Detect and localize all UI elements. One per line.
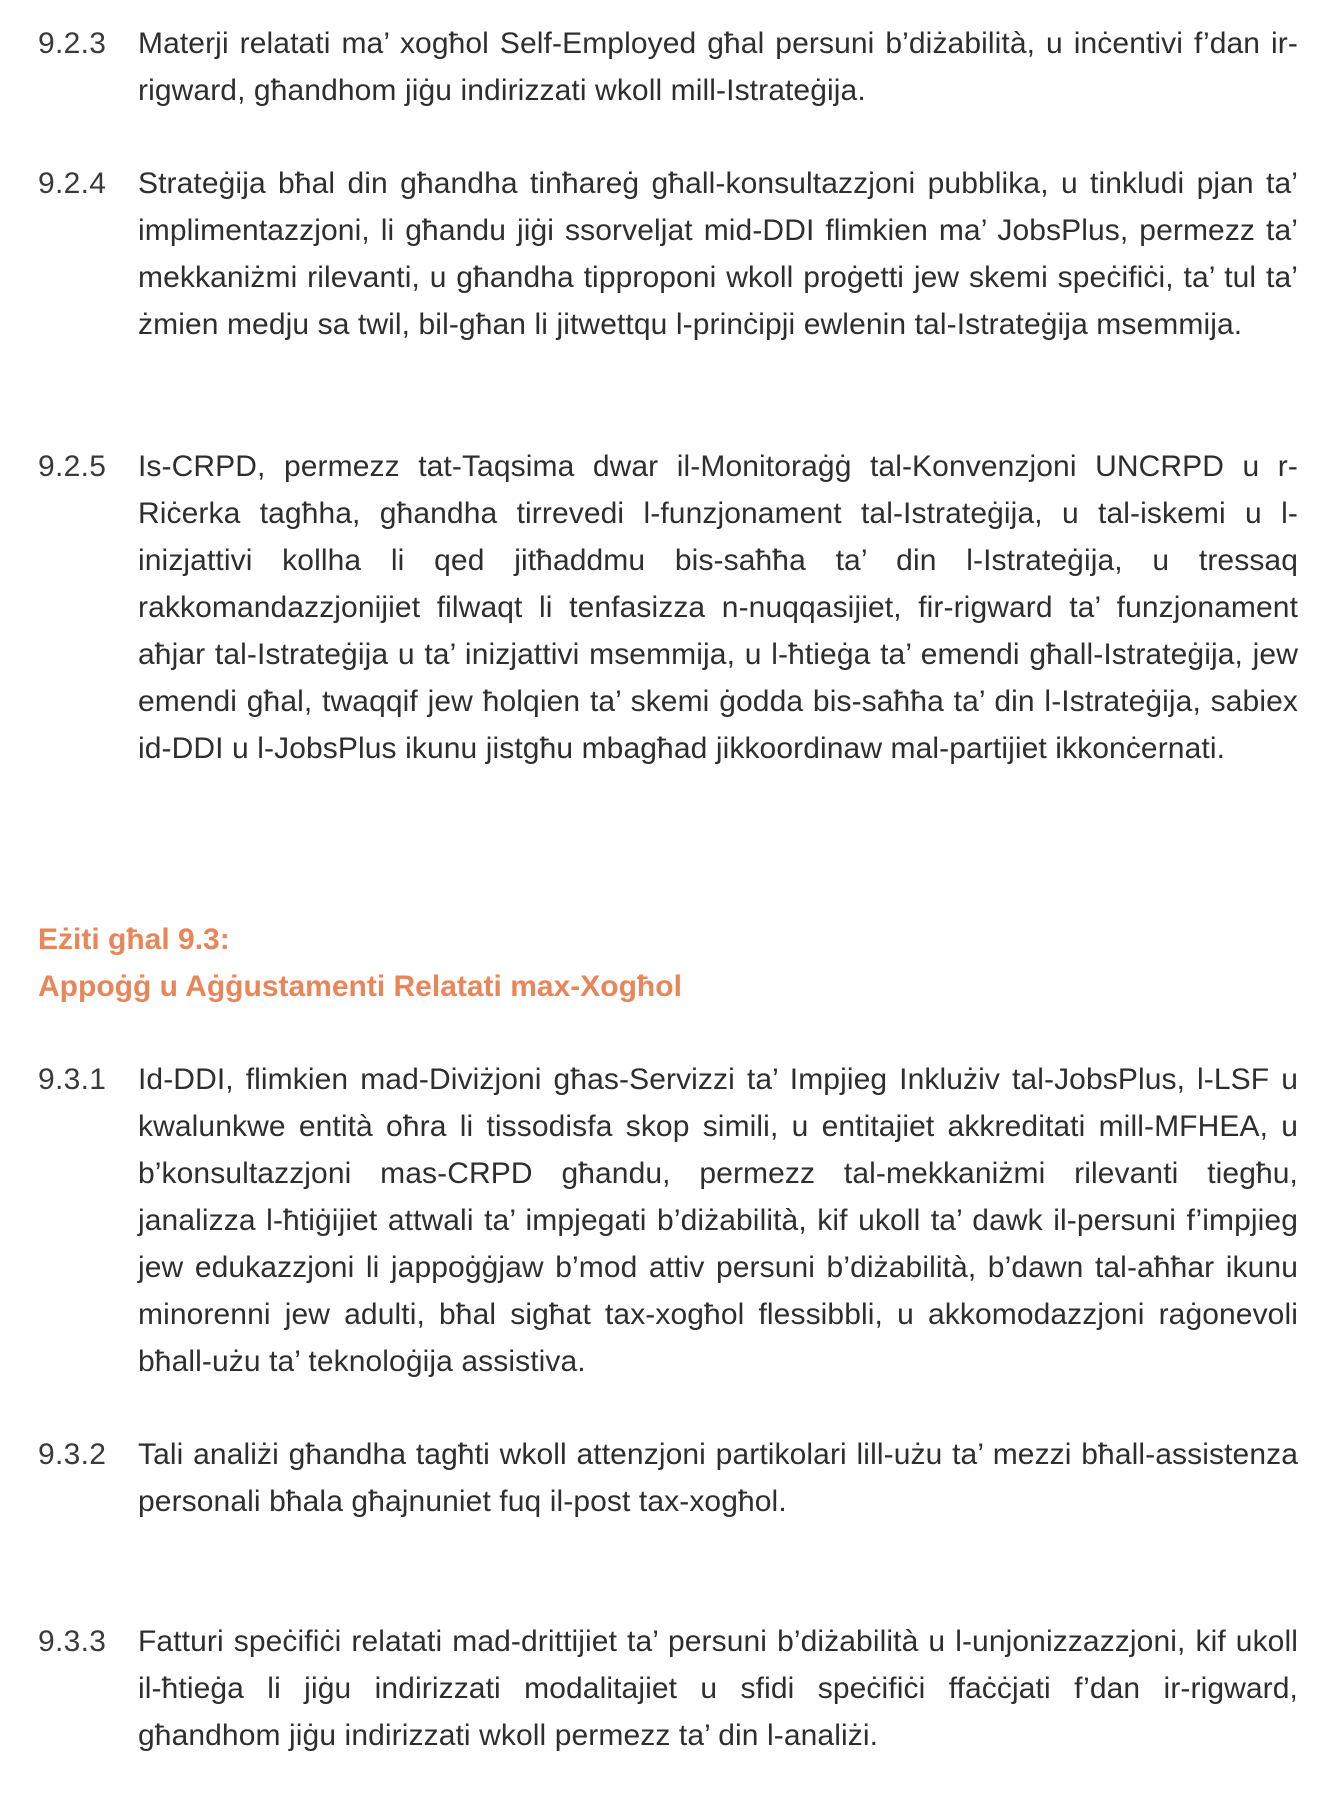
paragraph-text: Fatturi speċifiċi relatati mad-drittijie… [138,1625,1298,1752]
paragraph-9-3-3: 9.3.3 Fatturi speċifiċi relatati mad-dri… [38,1618,1298,1759]
paragraph-text: Strateġija bħal din għandha tinħareġ għa… [138,167,1298,341]
paragraph-9-2-4: 9.2.4 Strateġija bħal din għandha tinħar… [38,160,1298,348]
section-heading-line-2: Appoġġ u Aġġustamenti Relatati max-Xogħo… [38,970,682,1003]
paragraph-number: 9.2.4 [38,167,107,200]
paragraph-number: 9.3.1 [38,1063,107,1096]
section-heading-line-1: Eżiti għal 9.3: [38,923,230,956]
paragraph-9-2-3: 9.2.3 Materji relatati ma’ xogħol Self-E… [38,20,1298,114]
paragraph-number: 9.2.5 [38,450,107,483]
document-page: 9.2.3 Materji relatati ma’ xogħol Self-E… [0,0,1333,1798]
paragraph-9-3-2: 9.3.2 Tali analiżi għandha tagħti wkoll … [38,1431,1298,1525]
paragraph-number: 9.3.2 [38,1438,107,1471]
paragraph-9-2-5: 9.2.5 Is-CRPD, permezz tat-Taqsima dwar … [38,443,1298,772]
paragraph-9-3-1: 9.3.1 Id-DDI, flimkien mad-Diviżjoni għa… [38,1056,1298,1385]
paragraph-text: Tali analiżi għandha tagħti wkoll attenz… [138,1438,1298,1518]
paragraph-text: Id-DDI, flimkien mad-Diviżjoni għas-Serv… [138,1063,1298,1378]
paragraph-text: Materji relatati ma’ xogħol Self-Employe… [138,27,1298,107]
paragraph-number: 9.3.3 [38,1625,107,1658]
section-heading: Eżiti għal 9.3: Appoġġ u Aġġustamenti Re… [38,916,1238,1010]
paragraph-text: Is-CRPD, permezz tat-Taqsima dwar il-Mon… [138,450,1298,765]
paragraph-number: 9.2.3 [38,27,107,60]
